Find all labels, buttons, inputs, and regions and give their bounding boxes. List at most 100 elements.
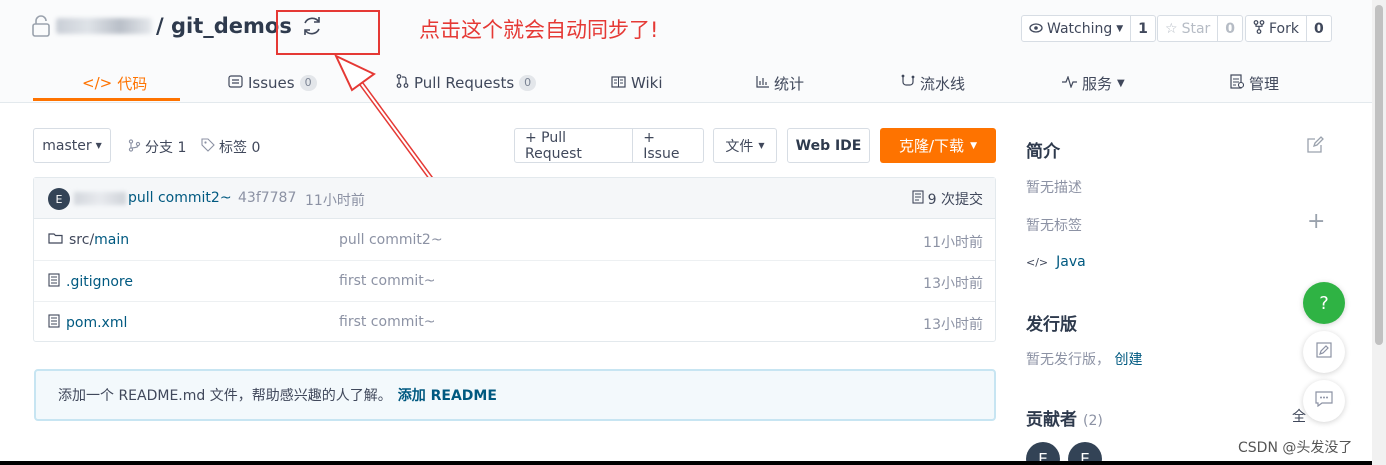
chevron-down-icon: ▼ bbox=[1116, 23, 1124, 34]
book-icon bbox=[611, 74, 626, 92]
tab-wiki[interactable]: Wiki bbox=[611, 64, 663, 102]
table-row[interactable]: .gitignore first commit~ 13小时前 bbox=[34, 261, 995, 302]
committer-name-blurred[interactable] bbox=[74, 192, 126, 205]
web-ide-button[interactable]: Web IDE bbox=[787, 128, 870, 163]
fork-label: Fork bbox=[1269, 20, 1299, 37]
fork-icon bbox=[1253, 19, 1265, 38]
chevron-down-icon: ▼ bbox=[95, 141, 102, 150]
add-readme-link[interactable]: 添加 README bbox=[398, 385, 497, 405]
new-pull-request-button[interactable]: + Pull Request bbox=[515, 129, 634, 162]
contributors-title: 贡献者 bbox=[1026, 410, 1077, 430]
file-commit-time: 11小时前 bbox=[923, 235, 983, 251]
scrollbar[interactable] bbox=[1372, 0, 1386, 465]
lock-icon bbox=[32, 15, 50, 37]
tab-services-label: 服务 bbox=[1082, 74, 1113, 93]
file-menu-button[interactable]: 文件 ▼ bbox=[713, 128, 777, 163]
tab-stats[interactable]: 统计 bbox=[756, 64, 804, 102]
readme-prompt-text: 添加一个 README.md 文件，帮助感兴趣的人了解。 bbox=[58, 388, 392, 404]
pull-requests-count-badge: 0 bbox=[519, 75, 537, 91]
owner-name-blurred[interactable] bbox=[56, 18, 152, 34]
annotation-text: 点击这个就会自动同步了! bbox=[419, 18, 659, 42]
table-row[interactable]: pom.xml first commit~ 13小时前 bbox=[34, 302, 995, 343]
no-description-text: 暂无描述 bbox=[1026, 180, 1082, 196]
file-commit-message[interactable]: pull commit2~ bbox=[339, 232, 443, 248]
language-name[interactable]: Java bbox=[1056, 254, 1086, 270]
file-name[interactable]: .gitignore bbox=[66, 274, 133, 290]
commit-count-link[interactable]: 9 次提交 bbox=[912, 189, 983, 209]
help-button[interactable]: ? bbox=[1303, 282, 1345, 324]
star-button[interactable]: ☆ Star 0 bbox=[1157, 15, 1244, 42]
file-commit-message[interactable]: first commit~ bbox=[339, 273, 435, 289]
file-menu-label: 文件 bbox=[725, 138, 754, 155]
add-tag-icon[interactable]: + bbox=[1307, 211, 1325, 233]
commit-hash[interactable]: 43f7787 bbox=[238, 190, 296, 206]
tags-link[interactable]: 标签 0 bbox=[201, 137, 260, 157]
branch-name: master bbox=[42, 137, 92, 154]
watching-button[interactable]: Watching ▼ 1 bbox=[1021, 15, 1156, 42]
tag-icon bbox=[201, 138, 215, 156]
star-label: Star bbox=[1181, 20, 1211, 37]
readme-prompt: 添加一个 README.md 文件，帮助感兴趣的人了解。 添加 README bbox=[34, 369, 996, 421]
tab-wiki-label: Wiki bbox=[631, 74, 663, 92]
contributors-heading: 贡献者 (2) bbox=[1026, 405, 1103, 430]
scrollbar-thumb[interactable] bbox=[1375, 5, 1383, 345]
annotation-highlight-box bbox=[276, 10, 380, 55]
tab-code[interactable]: </> 代码 bbox=[82, 64, 147, 102]
new-issue-button[interactable]: + Issue bbox=[633, 130, 703, 162]
commit-time: 11小时前 bbox=[305, 193, 365, 209]
branch-selector[interactable]: master ▼ bbox=[33, 128, 111, 163]
tab-issues-label: Issues bbox=[248, 74, 295, 92]
chevron-down-icon: ▼ bbox=[758, 141, 765, 150]
repo-name[interactable]: / git_demos bbox=[156, 14, 292, 38]
commit-count: 9 次提交 bbox=[927, 192, 983, 208]
watching-label: Watching bbox=[1047, 20, 1113, 37]
eye-icon bbox=[1029, 21, 1043, 37]
branch-icon bbox=[128, 138, 141, 156]
code-icon: </> bbox=[82, 74, 113, 92]
file-commit-message[interactable]: first commit~ bbox=[339, 314, 435, 330]
file-commit-time: 13小时前 bbox=[923, 276, 983, 292]
tab-services[interactable]: 服务 ▼ bbox=[1062, 64, 1125, 102]
no-release-text: 暂无发行版， bbox=[1026, 352, 1110, 368]
tab-pipeline-label: 流水线 bbox=[920, 74, 966, 93]
file-icon bbox=[48, 273, 60, 291]
commit-message[interactable]: pull commit2~ bbox=[128, 190, 232, 206]
edit-icon[interactable] bbox=[1306, 136, 1324, 158]
feedback-button[interactable] bbox=[1303, 331, 1345, 373]
file-list: E pull commit2~ 43f7787 11小时前 9 次提交 src/… bbox=[33, 177, 996, 342]
create-release-link[interactable]: 创建 bbox=[1114, 352, 1142, 368]
code-icon: </> bbox=[1026, 255, 1049, 269]
pulse-icon bbox=[1062, 74, 1077, 92]
active-tab-indicator bbox=[33, 98, 180, 101]
tab-manage[interactable]: 管理 bbox=[1230, 64, 1279, 102]
tab-code-label: 代码 bbox=[117, 74, 148, 93]
clone-download-label: 克隆/下载 bbox=[899, 137, 965, 155]
star-icon: ☆ bbox=[1165, 20, 1178, 37]
tags-count: 标签 0 bbox=[219, 140, 261, 156]
table-row[interactable]: src/main pull commit2~ 11小时前 bbox=[34, 220, 995, 261]
committer-avatar[interactable]: E bbox=[48, 188, 70, 210]
tab-issues[interactable]: Issues 0 bbox=[228, 64, 317, 102]
csdn-watermark: CSDN @头发没了 bbox=[1236, 437, 1355, 457]
pr-issue-group: + Pull Request + Issue bbox=[514, 128, 704, 163]
file-name[interactable]: pom.xml bbox=[66, 315, 127, 331]
fork-button[interactable]: Fork 0 bbox=[1245, 15, 1332, 42]
star-count[interactable]: 0 bbox=[1217, 16, 1242, 41]
pipeline-icon bbox=[901, 74, 915, 92]
clone-download-button[interactable]: 克隆/下载 ▼ bbox=[880, 128, 996, 163]
tab-pipeline[interactable]: 流水线 bbox=[901, 64, 965, 102]
fork-count[interactable]: 0 bbox=[1305, 16, 1331, 41]
watching-count[interactable]: 1 bbox=[1130, 16, 1155, 41]
latest-commit-row: E pull commit2~ 43f7787 11小时前 9 次提交 bbox=[34, 178, 995, 219]
settings-doc-icon bbox=[1230, 73, 1245, 93]
folder-icon bbox=[48, 232, 63, 248]
chat-button[interactable] bbox=[1303, 380, 1345, 422]
contributors-count: (2) bbox=[1083, 413, 1103, 429]
commits-icon bbox=[912, 190, 924, 208]
tab-stats-label: 统计 bbox=[774, 74, 805, 93]
issues-count-badge: 0 bbox=[299, 75, 317, 91]
file-commit-time: 13小时前 bbox=[923, 317, 983, 333]
file-path-prefix[interactable]: src/ bbox=[69, 232, 94, 248]
branches-link[interactable]: 分支 1 bbox=[128, 137, 186, 157]
file-name[interactable]: main bbox=[94, 232, 129, 248]
